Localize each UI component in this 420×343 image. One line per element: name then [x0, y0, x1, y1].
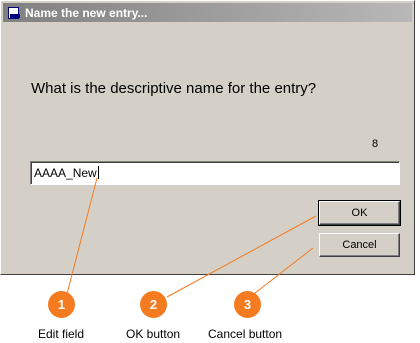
connector-edit-field: [66, 177, 98, 295]
callout-badge-1: 1: [48, 291, 75, 318]
callout-badge-2: 2: [140, 291, 167, 318]
connector-cancel-button: [249, 247, 314, 298]
callout-label-cancel-button: Cancel button: [208, 327, 283, 341]
callout-badge-3: 3: [234, 291, 261, 318]
connector-ok-button: [166, 215, 317, 298]
callout-label-edit-field: Edit field: [38, 327, 85, 341]
callout-label-ok-button: OK button: [126, 327, 181, 341]
